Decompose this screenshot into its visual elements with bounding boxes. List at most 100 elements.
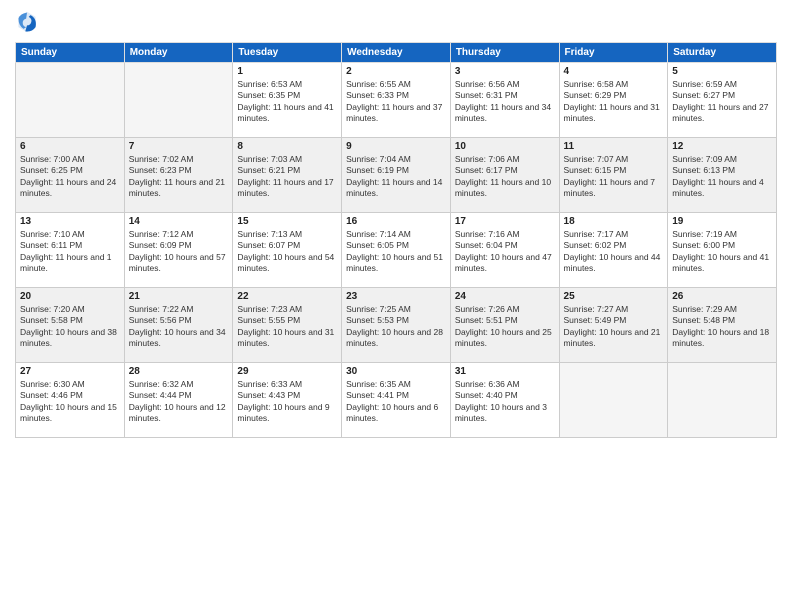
day-number: 28 [129,366,229,377]
day-number: 15 [237,216,337,227]
calendar-week-row: 27 Sunrise: 6:30 AM Sunset: 4:46 PM Dayli… [16,363,777,438]
calendar-day-cell: 13 Sunrise: 7:10 AM Sunset: 6:11 PM Dayli… [16,213,125,288]
day-number: 18 [564,216,664,227]
day-number: 11 [564,141,664,152]
day-number: 31 [455,366,555,377]
calendar-day-cell: 18 Sunrise: 7:17 AM Sunset: 6:02 PM Dayli… [559,213,668,288]
day-number: 8 [237,141,337,152]
day-info: Sunrise: 7:17 AM Sunset: 6:02 PM Dayligh… [564,229,664,275]
header [15,10,777,34]
calendar-day-cell: 5Sunrise: 6:59 AM Sunset: 6:27 PM Daylig… [668,63,777,138]
calendar-table: SundayMondayTuesdayWednesdayThursdayFrid… [15,42,777,438]
day-header-saturday: Saturday [668,43,777,63]
day-info: Sunrise: 7:00 AM Sunset: 6:25 PM Dayligh… [20,154,120,200]
calendar-day-cell: 7 Sunrise: 7:02 AM Sunset: 6:23 PM Daylig… [124,138,233,213]
calendar-week-row: 20 Sunrise: 7:20 AM Sunset: 5:58 PM Dayli… [16,288,777,363]
day-header-monday: Monday [124,43,233,63]
day-info: Sunrise: 6:53 AM Sunset: 6:35 PM Dayligh… [237,79,337,125]
day-number: 10 [455,141,555,152]
calendar-empty-cell [124,63,233,138]
calendar-day-cell: 10 Sunrise: 7:06 AM Sunset: 6:17 PM Dayli… [450,138,559,213]
day-number: 13 [20,216,120,227]
day-info: Sunrise: 7:13 AM Sunset: 6:07 PM Dayligh… [237,229,337,275]
logo-icon [15,10,39,34]
day-info: Sunrise: 6:35 AM Sunset: 4:41 PM Dayligh… [346,379,446,425]
day-number: 16 [346,216,446,227]
day-info: Sunrise: 6:55 AM Sunset: 6:33 PM Dayligh… [346,79,446,125]
calendar-empty-cell [668,363,777,438]
calendar-week-row: 6 Sunrise: 7:00 AM Sunset: 6:25 PM Daylig… [16,138,777,213]
calendar-day-cell: 2 Sunrise: 6:55 AM Sunset: 6:33 PM Daylig… [342,63,451,138]
day-number: 6 [20,141,120,152]
day-info: Sunrise: 7:02 AM Sunset: 6:23 PM Dayligh… [129,154,229,200]
calendar-day-cell: 28 Sunrise: 6:32 AM Sunset: 4:44 PM Dayli… [124,363,233,438]
calendar-day-cell: 24 Sunrise: 7:26 AM Sunset: 5:51 PM Dayli… [450,288,559,363]
day-number: 23 [346,291,446,302]
calendar-day-cell: 1 Sunrise: 6:53 AM Sunset: 6:35 PM Daylig… [233,63,342,138]
day-number: 29 [237,366,337,377]
day-number: 2 [346,66,446,77]
day-number: 27 [20,366,120,377]
day-number: 1 [237,66,337,77]
day-info: Sunrise: 7:09 AM Sunset: 6:13 PM Dayligh… [672,154,772,200]
day-number: 25 [564,291,664,302]
calendar-day-cell: 20 Sunrise: 7:20 AM Sunset: 5:58 PM Dayli… [16,288,125,363]
calendar-day-cell: 8Sunrise: 7:03 AM Sunset: 6:21 PM Daylig… [233,138,342,213]
day-number: 12 [672,141,772,152]
calendar-day-cell: 30 Sunrise: 6:35 AM Sunset: 4:41 PM Dayli… [342,363,451,438]
day-number: 14 [129,216,229,227]
calendar-day-cell: 27 Sunrise: 6:30 AM Sunset: 4:46 PM Dayli… [16,363,125,438]
calendar-day-cell: 21Sunrise: 7:22 AM Sunset: 5:56 PM Dayli… [124,288,233,363]
calendar-day-cell: 26Sunrise: 7:29 AM Sunset: 5:48 PM Dayli… [668,288,777,363]
day-header-sunday: Sunday [16,43,125,63]
calendar-page: SundayMondayTuesdayWednesdayThursdayFrid… [0,0,792,612]
calendar-day-cell: 6 Sunrise: 7:00 AM Sunset: 6:25 PM Daylig… [16,138,125,213]
day-info: Sunrise: 7:25 AM Sunset: 5:53 PM Dayligh… [346,304,446,350]
calendar-header-row: SundayMondayTuesdayWednesdayThursdayFrid… [16,43,777,63]
day-header-friday: Friday [559,43,668,63]
day-number: 26 [672,291,772,302]
day-info: Sunrise: 6:30 AM Sunset: 4:46 PM Dayligh… [20,379,120,425]
calendar-day-cell: 4 Sunrise: 6:58 AM Sunset: 6:29 PM Daylig… [559,63,668,138]
day-number: 24 [455,291,555,302]
day-header-thursday: Thursday [450,43,559,63]
day-info: Sunrise: 6:56 AM Sunset: 6:31 PM Dayligh… [455,79,555,125]
calendar-week-row: 13 Sunrise: 7:10 AM Sunset: 6:11 PM Dayli… [16,213,777,288]
day-number: 19 [672,216,772,227]
day-info: Sunrise: 7:16 AM Sunset: 6:04 PM Dayligh… [455,229,555,275]
day-info: Sunrise: 6:36 AM Sunset: 4:40 PM Dayligh… [455,379,555,425]
day-number: 5 [672,66,772,77]
day-number: 22 [237,291,337,302]
calendar-day-cell: 9Sunrise: 7:04 AM Sunset: 6:19 PM Daylig… [342,138,451,213]
day-info: Sunrise: 7:04 AM Sunset: 6:19 PM Dayligh… [346,154,446,200]
calendar-day-cell: 15 Sunrise: 7:13 AM Sunset: 6:07 PM Dayli… [233,213,342,288]
logo [15,10,43,34]
day-info: Sunrise: 7:19 AM Sunset: 6:00 PM Dayligh… [672,229,772,275]
calendar-day-cell: 19 Sunrise: 7:19 AM Sunset: 6:00 PM Dayli… [668,213,777,288]
day-info: Sunrise: 6:58 AM Sunset: 6:29 PM Dayligh… [564,79,664,125]
day-info: Sunrise: 7:07 AM Sunset: 6:15 PM Dayligh… [564,154,664,200]
calendar-day-cell: 25Sunrise: 7:27 AM Sunset: 5:49 PM Dayli… [559,288,668,363]
day-info: Sunrise: 7:26 AM Sunset: 5:51 PM Dayligh… [455,304,555,350]
day-number: 4 [564,66,664,77]
day-info: Sunrise: 6:32 AM Sunset: 4:44 PM Dayligh… [129,379,229,425]
day-info: Sunrise: 7:10 AM Sunset: 6:11 PM Dayligh… [20,229,120,275]
calendar-day-cell: 14 Sunrise: 7:12 AM Sunset: 6:09 PM Dayli… [124,213,233,288]
day-header-tuesday: Tuesday [233,43,342,63]
day-info: Sunrise: 7:20 AM Sunset: 5:58 PM Dayligh… [20,304,120,350]
day-info: Sunrise: 7:06 AM Sunset: 6:17 PM Dayligh… [455,154,555,200]
calendar-day-cell: 3Sunrise: 6:56 AM Sunset: 6:31 PM Daylig… [450,63,559,138]
calendar-empty-cell [16,63,125,138]
day-number: 30 [346,366,446,377]
calendar-day-cell: 12 Sunrise: 7:09 AM Sunset: 6:13 PM Dayli… [668,138,777,213]
day-info: Sunrise: 6:33 AM Sunset: 4:43 PM Dayligh… [237,379,337,425]
day-number: 7 [129,141,229,152]
day-number: 21 [129,291,229,302]
calendar-day-cell: 16Sunrise: 7:14 AM Sunset: 6:05 PM Dayli… [342,213,451,288]
day-header-wednesday: Wednesday [342,43,451,63]
calendar-day-cell: 31 Sunrise: 6:36 AM Sunset: 4:40 PM Dayli… [450,363,559,438]
day-info: Sunrise: 7:23 AM Sunset: 5:55 PM Dayligh… [237,304,337,350]
calendar-day-cell: 23 Sunrise: 7:25 AM Sunset: 5:53 PM Dayli… [342,288,451,363]
day-info: Sunrise: 7:12 AM Sunset: 6:09 PM Dayligh… [129,229,229,275]
day-number: 20 [20,291,120,302]
